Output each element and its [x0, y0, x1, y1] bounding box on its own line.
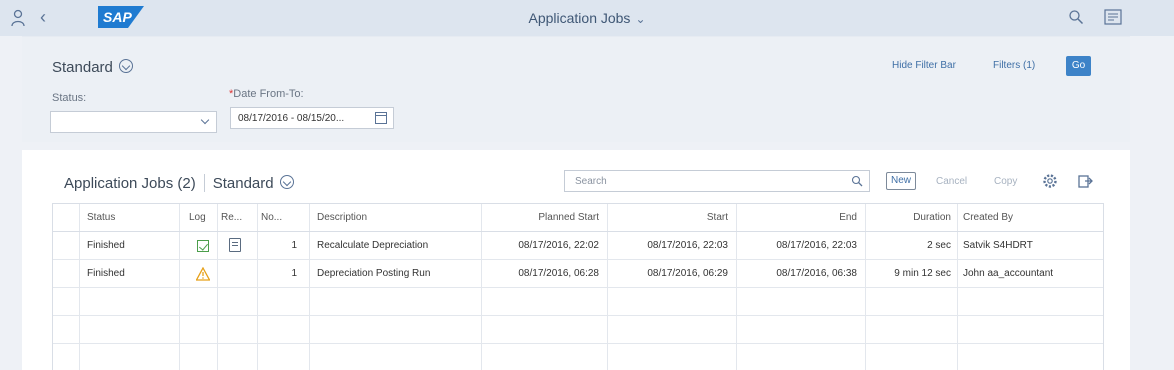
duration-cell: 2 sec — [927, 240, 951, 251]
column-header-number[interactable]: No... — [261, 204, 307, 232]
variant-chevron-icon[interactable] — [279, 175, 294, 189]
table-header-row: Status Log Re... No... Description Plann… — [53, 203, 1103, 232]
end-cell: 08/17/2016, 22:03 — [776, 240, 857, 251]
duration-cell: 9 min 12 sec — [894, 268, 951, 279]
cancel-button[interactable]: Cancel — [936, 176, 967, 187]
date-label: *Date From-To: — [229, 88, 304, 100]
column-header-created-by[interactable]: Created By — [963, 204, 1101, 232]
empty-table-row — [53, 344, 1103, 370]
chevron-down-icon: ⌄ — [635, 12, 646, 26]
shell-bar: ‹ SAP Application Jobs ⌄ — [0, 0, 1174, 36]
column-header-description[interactable]: Description — [317, 204, 477, 232]
column-header-planned-start[interactable]: Planned Start — [483, 204, 599, 232]
date-range-input[interactable]: 08/17/2016 - 08/15/20... — [230, 107, 394, 129]
number-cell: 1 — [291, 240, 297, 251]
date-range-value: 08/17/2016 - 08/15/20... — [238, 113, 345, 124]
start-cell: 08/17/2016, 22:03 — [647, 240, 728, 251]
copy-button[interactable]: Copy — [994, 176, 1017, 187]
hide-filter-bar-button[interactable]: Hide Filter Bar — [892, 60, 956, 71]
notifications-icon[interactable] — [1104, 9, 1122, 25]
search-input[interactable]: Search — [564, 170, 870, 192]
variant-name: Standard — [52, 59, 113, 76]
filters-button[interactable]: Filters (1) — [993, 60, 1035, 71]
export-icon[interactable] — [1077, 173, 1093, 189]
empty-table-row — [53, 316, 1103, 344]
content-area: Application Jobs (2) Standard Search New … — [22, 150, 1130, 370]
table-row[interactable]: Finished 1 Depreciation Posting Run 08/1… — [53, 260, 1103, 288]
status-label: Status: — [52, 92, 87, 104]
document-icon[interactable] — [229, 238, 241, 252]
variant-selector[interactable]: Standard — [52, 59, 133, 76]
status-cell: Finished — [87, 268, 125, 279]
column-header-result[interactable]: Re... — [221, 204, 255, 232]
title-separator — [203, 174, 205, 192]
empty-table-row — [53, 288, 1103, 316]
status-select[interactable] — [50, 111, 217, 133]
end-cell: 08/17/2016, 06:38 — [776, 268, 857, 279]
column-header-start[interactable]: Start — [609, 204, 728, 232]
gear-icon[interactable] — [1042, 173, 1058, 189]
column-header-duration[interactable]: Duration — [867, 204, 951, 232]
description-cell: Recalculate Depreciation — [317, 240, 429, 251]
created-by-cell: John aa_accountant — [963, 268, 1054, 279]
number-cell: 1 — [291, 268, 297, 279]
warning-icon[interactable] — [196, 267, 210, 281]
table-variant[interactable]: Standard — [213, 175, 274, 192]
search-icon[interactable] — [1068, 9, 1084, 25]
table-header: Application Jobs (2) Standard — [64, 174, 294, 192]
variant-chevron-icon — [118, 59, 133, 73]
calendar-icon[interactable] — [375, 112, 387, 124]
success-check-icon[interactable] — [197, 240, 209, 252]
jobs-table: Status Log Re... No... Description Plann… — [52, 203, 1104, 370]
status-cell: Finished — [87, 240, 125, 251]
filter-bar: Standard Status: *Date From-To: 08/17/20… — [22, 36, 1130, 142]
new-button[interactable]: New — [886, 172, 916, 190]
go-button[interactable]: Go — [1066, 56, 1091, 76]
column-header-log[interactable]: Log — [189, 204, 217, 232]
planned-start-cell: 08/17/2016, 22:02 — [518, 240, 599, 251]
search-icon[interactable] — [851, 175, 863, 187]
chevron-down-icon[interactable] — [200, 115, 210, 125]
date-label-text: Date From-To: — [233, 88, 304, 100]
app-title-text: Application Jobs — [528, 10, 631, 26]
description-cell: Depreciation Posting Run — [317, 268, 431, 279]
table-title: Application Jobs (2) — [64, 175, 196, 192]
app-title[interactable]: Application Jobs ⌄ — [0, 10, 1174, 26]
column-header-status[interactable]: Status — [87, 204, 175, 232]
created-by-cell: Satvik S4HDRT — [963, 240, 1033, 251]
table-row[interactable]: Finished 1 Recalculate Depreciation 08/1… — [53, 232, 1103, 260]
column-header-end[interactable]: End — [738, 204, 857, 232]
planned-start-cell: 08/17/2016, 06:28 — [518, 268, 599, 279]
start-cell: 08/17/2016, 06:29 — [647, 268, 728, 279]
search-placeholder: Search — [575, 176, 607, 187]
